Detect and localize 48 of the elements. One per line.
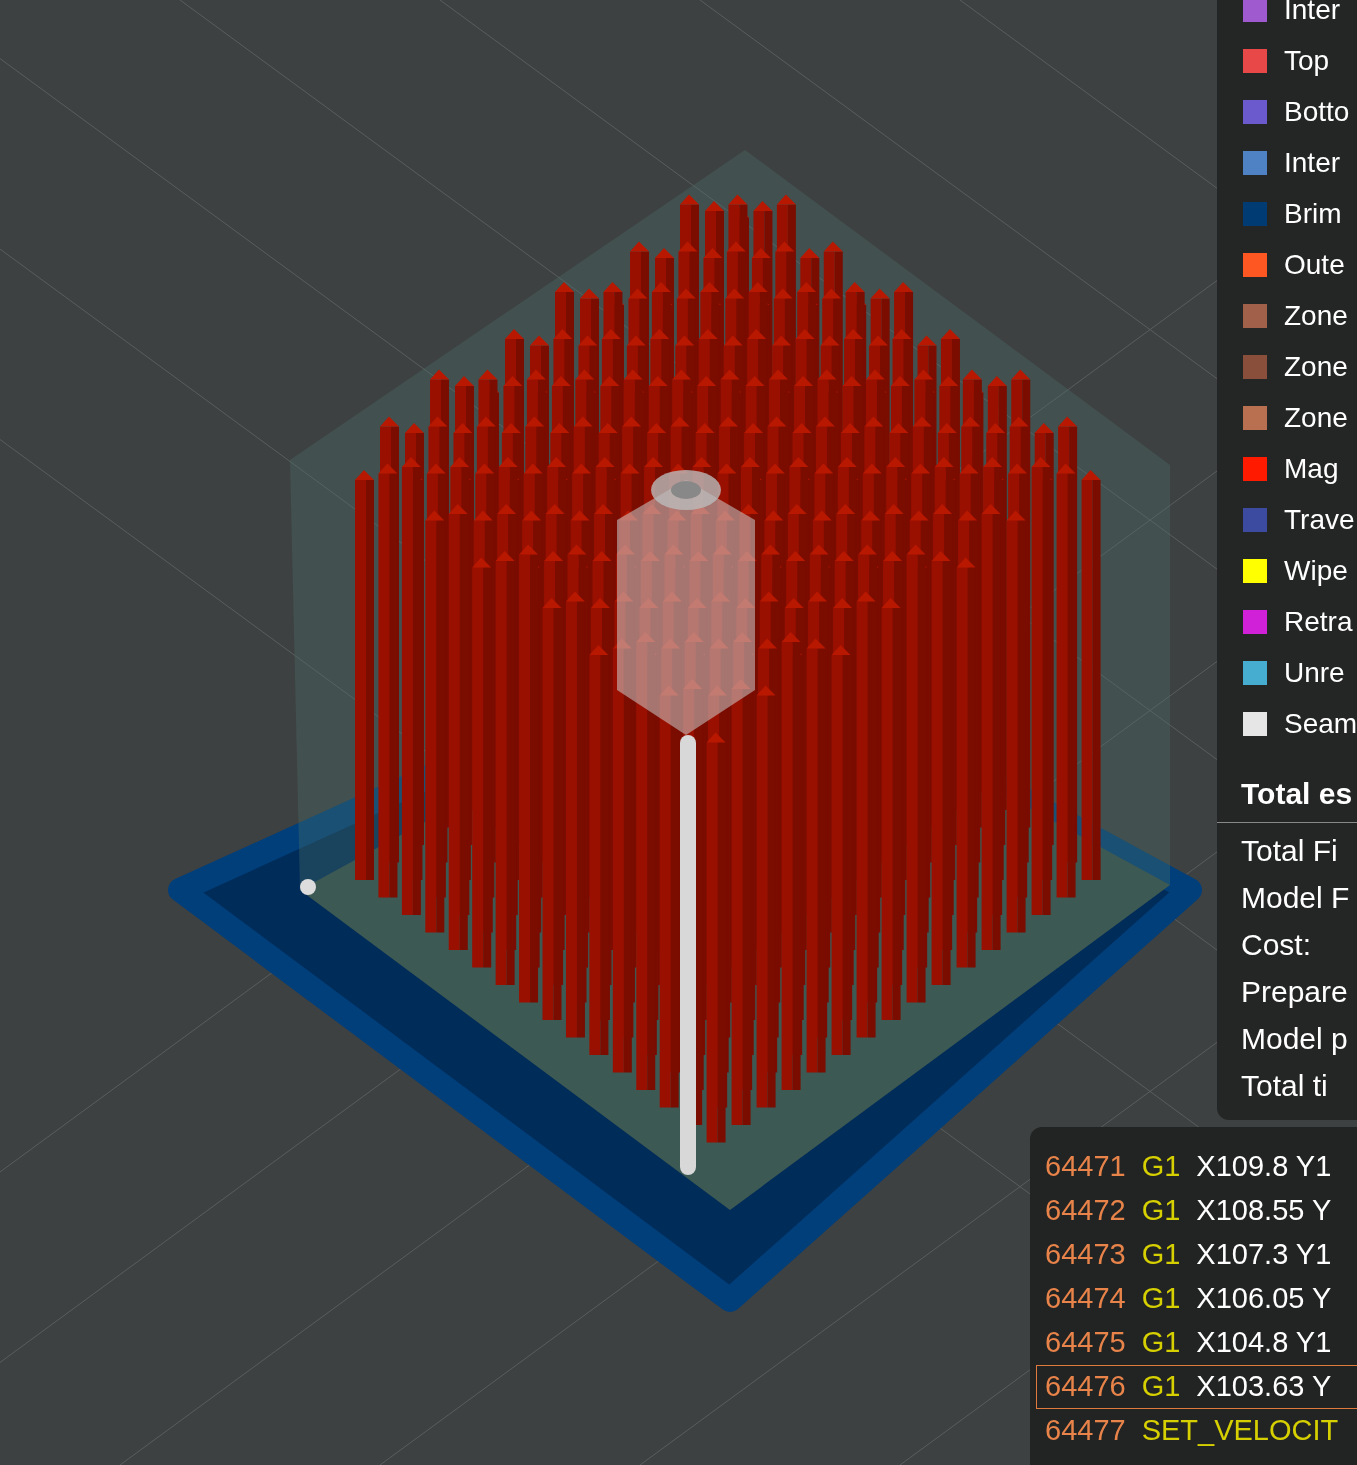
legend-label: Oute [1284, 247, 1345, 282]
gcode-line[interactable]: 64472 G1 X108.55 Y [1036, 1189, 1357, 1233]
gcode-arguments: X109.8 Y1 [1196, 1149, 1332, 1185]
estimate-label: Prepare [1241, 974, 1349, 1010]
gcode-arguments: X107.3 Y1 [1196, 1237, 1332, 1273]
estimate-label: Cost: [1241, 927, 1313, 963]
line-number: 64472 [1045, 1193, 1126, 1229]
gcode-command: G1 [1141, 1193, 1181, 1229]
legend-label: Botto [1284, 94, 1350, 129]
gcode-arguments: X104.8 Y1 [1196, 1325, 1332, 1361]
line-number: 64476 [1045, 1369, 1126, 1405]
legend-label: Unre [1284, 655, 1345, 690]
legend-label: Inter [1284, 145, 1341, 180]
legend-label: Seam [1284, 706, 1357, 741]
line-number: 64473 [1045, 1237, 1126, 1273]
gcode-arguments: X106.05 Y [1196, 1281, 1332, 1317]
legend-label: Zone [1284, 298, 1348, 333]
gcode-command: G1 [1141, 1369, 1181, 1405]
estimate-label: Total Fi [1241, 833, 1339, 869]
gcode-line[interactable]: 64474 G1 X106.05 Y [1036, 1277, 1357, 1321]
gcode-command: G1 [1141, 1281, 1181, 1317]
legend-label: Mag [1284, 451, 1339, 486]
legend-label: Zone [1284, 349, 1348, 384]
gcode-line[interactable]: 64471 G1 X109.8 Y1 [1036, 1145, 1357, 1189]
line-number: 64474 [1045, 1281, 1126, 1317]
gcode-line[interactable]: 64473 G1 X107.3 Y1 [1036, 1233, 1357, 1277]
line-number: 64475 [1045, 1325, 1126, 1361]
gcode-line[interactable]: 64475 G1 X104.8 Y1 [1036, 1321, 1357, 1365]
estimate-label: Model F [1241, 880, 1351, 916]
gcode-command: G1 [1141, 1325, 1181, 1361]
gcode-arguments: X103.63 Y [1196, 1369, 1332, 1405]
gcode-command: G1 [1141, 1149, 1181, 1185]
legend-label: Brim [1284, 196, 1342, 231]
legend-label: Zone [1284, 400, 1348, 435]
legend-label: Inter [1284, 0, 1341, 27]
gcode-command: SET_VELOCIT [1141, 1413, 1339, 1449]
estimate-label: Model p [1241, 1021, 1349, 1057]
line-number: 64471 [1045, 1149, 1126, 1185]
estimate-label: Total ti [1241, 1068, 1329, 1104]
legend-label: Retra [1284, 604, 1353, 639]
legend-label: Top [1284, 43, 1330, 78]
legend-label: Wipe [1284, 553, 1348, 588]
legend-label: Trave [1284, 502, 1355, 537]
line-number: 64477 [1045, 1413, 1126, 1449]
gcode-command: G1 [1141, 1237, 1181, 1273]
estimate-title: Total es [1241, 777, 1353, 810]
gcode-arguments: X108.55 Y [1196, 1193, 1332, 1229]
gcode-line[interactable]: 64477 SET_VELOCIT [1036, 1409, 1357, 1453]
